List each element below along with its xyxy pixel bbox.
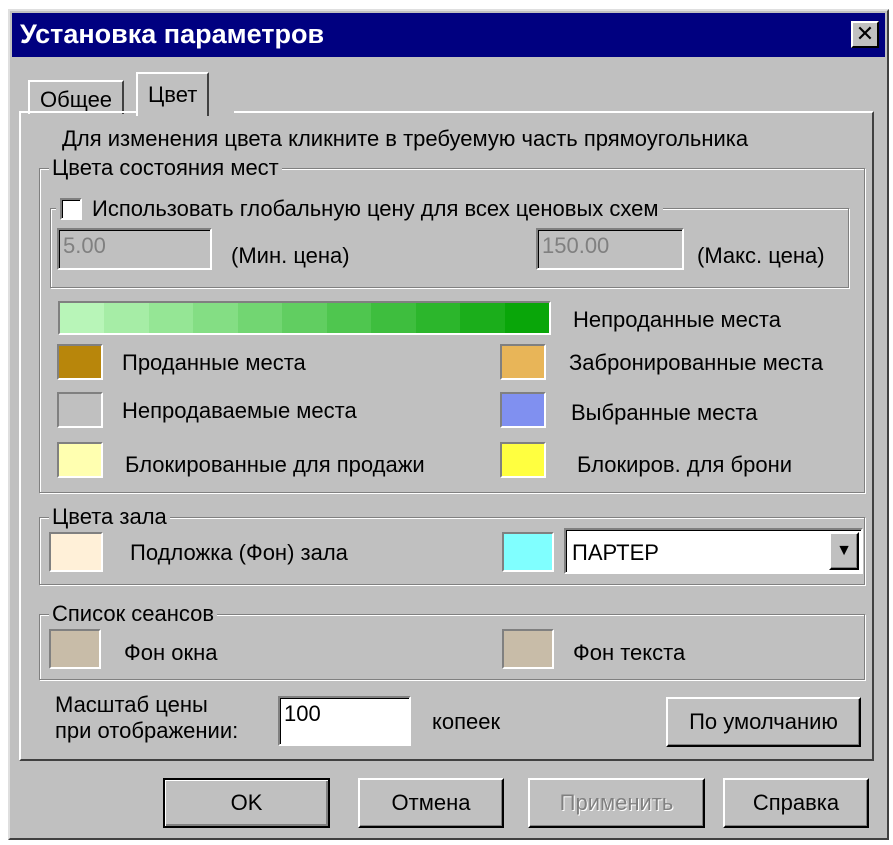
- gradient-segment[interactable]: [193, 303, 238, 333]
- unsold-seats-gradient[interactable]: [58, 301, 551, 335]
- sold-seats-label: Проданные места: [122, 350, 306, 375]
- gradient-segment[interactable]: [326, 303, 372, 333]
- scale-label-line1: Масштаб цены: [55, 692, 208, 717]
- gradient-segment[interactable]: [504, 303, 549, 333]
- reserved-seats-swatch[interactable]: [500, 344, 546, 380]
- tab-color[interactable]: Цвет: [136, 72, 210, 116]
- tab-general-label: Общее: [40, 87, 113, 112]
- default-button[interactable]: По умолчанию: [666, 697, 861, 747]
- chevron-down-icon: ▼: [836, 542, 852, 559]
- sold-seats-swatch[interactable]: [57, 344, 103, 380]
- help-button-label: Справка: [752, 790, 840, 815]
- zone-select[interactable]: ПАРТЕР ▼: [564, 528, 863, 574]
- dialog-title: Установка параметров: [20, 19, 325, 49]
- reserved-seats-label: Забронированные места: [569, 350, 824, 375]
- gradient-segment[interactable]: [237, 303, 283, 333]
- hall-colors-legend: Цвета зала: [49, 504, 170, 530]
- gradient-segment[interactable]: [371, 303, 416, 333]
- ok-button[interactable]: OK: [163, 778, 330, 828]
- help-button[interactable]: Справка: [723, 778, 869, 828]
- selected-seats-label: Выбранные места: [571, 400, 758, 425]
- window-bg-label: Фон окна: [124, 640, 218, 665]
- selected-seats-swatch[interactable]: [500, 392, 546, 428]
- zone-select-value: ПАРТЕР: [572, 540, 659, 565]
- gradient-segment[interactable]: [104, 303, 149, 333]
- close-icon: ✕: [855, 21, 875, 46]
- seat-colors-legend: Цвета состояния мест: [49, 155, 282, 181]
- ok-button-label: OK: [230, 790, 263, 815]
- scale-label-line2: при отображении:: [55, 718, 239, 743]
- gradient-segment[interactable]: [460, 303, 505, 333]
- max-price-value: 150.00: [542, 233, 610, 258]
- instruction-text: Для изменения цвета кликните в требуемую…: [62, 126, 749, 151]
- tab-general[interactable]: Общее: [28, 80, 125, 114]
- zone-select-dropdown-button[interactable]: ▼: [829, 532, 859, 570]
- global-price-label: Использовать глобальную цену для всех це…: [92, 196, 659, 221]
- hall-background-label: Подложка (Фон) зала: [130, 540, 348, 565]
- window-bg-swatch[interactable]: [49, 629, 101, 669]
- min-price-label: (Мин. цена): [231, 243, 350, 268]
- tab-color-label: Цвет: [148, 82, 198, 107]
- blocked-sale-swatch[interactable]: [57, 442, 103, 478]
- max-price-input[interactable]: 150.00: [536, 228, 684, 270]
- gradient-segment[interactable]: [60, 303, 105, 333]
- apply-button[interactable]: Применить: [528, 778, 705, 828]
- text-bg-label: Фон текста: [573, 640, 686, 665]
- blocked-booking-swatch[interactable]: [500, 442, 546, 478]
- text-bg-swatch[interactable]: [502, 629, 554, 669]
- min-price-value: 5.00: [63, 233, 106, 258]
- gradient-segment[interactable]: [282, 303, 327, 333]
- blocked-sale-label: Блокированные для продажи: [125, 452, 425, 477]
- cancel-button[interactable]: Отмена: [358, 778, 504, 828]
- scale-input[interactable]: 100: [278, 696, 411, 746]
- max-price-label: (Макс. цена): [697, 243, 825, 268]
- blocked-booking-label: Блокиров. для брони: [577, 452, 793, 477]
- gradient-segment[interactable]: [415, 303, 461, 333]
- session-list-legend: Список сеансов: [49, 601, 218, 627]
- min-price-input[interactable]: 5.00: [57, 228, 212, 270]
- zone-color-swatch[interactable]: [502, 532, 554, 572]
- unsellable-seats-label: Непродаваемые места: [122, 398, 357, 423]
- title-bar: Установка параметров ✕: [12, 13, 885, 57]
- apply-button-label: Применить: [559, 790, 674, 815]
- scale-unit-label: копеек: [432, 709, 501, 734]
- global-price-checkbox[interactable]: [60, 198, 82, 220]
- scale-value: 100: [284, 701, 321, 726]
- hall-background-swatch[interactable]: [49, 532, 103, 572]
- unsold-seats-label: Непроданные места: [573, 307, 781, 332]
- unsellable-seats-swatch[interactable]: [57, 392, 103, 428]
- close-button[interactable]: ✕: [851, 21, 879, 48]
- cancel-button-label: Отмена: [391, 790, 471, 815]
- gradient-segment[interactable]: [148, 303, 194, 333]
- default-button-label: По умолчанию: [689, 709, 838, 734]
